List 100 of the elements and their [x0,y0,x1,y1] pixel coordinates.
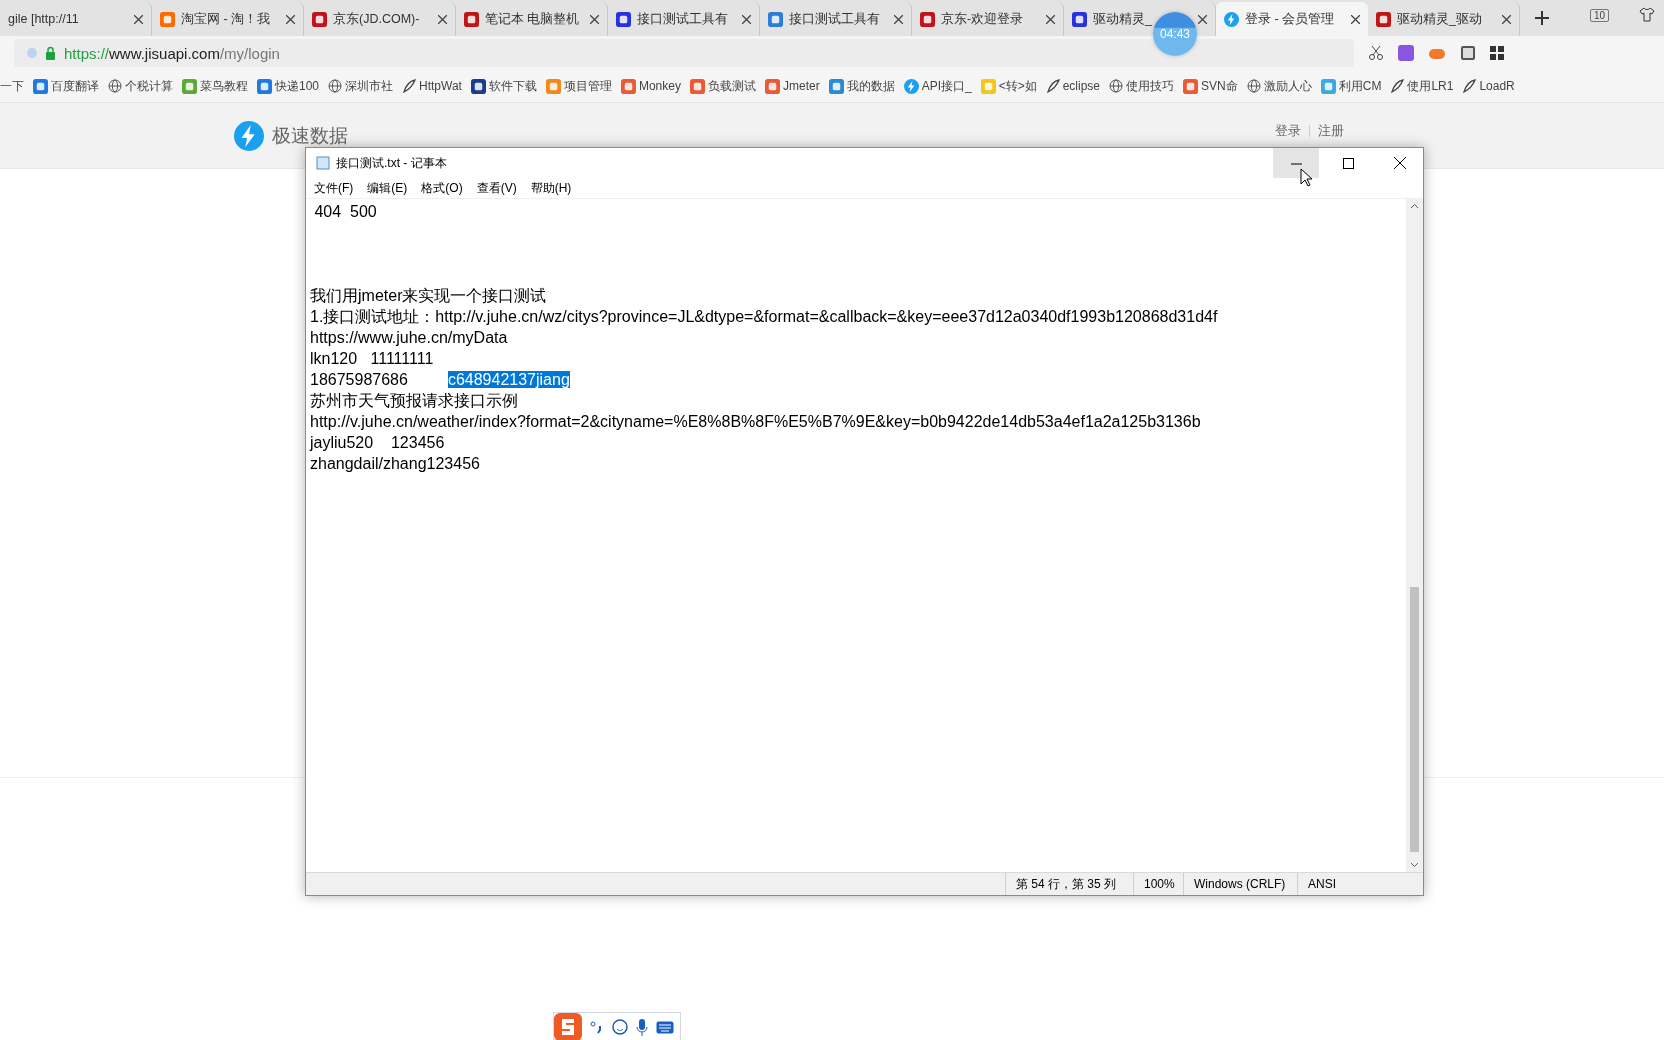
feather-icon [1390,79,1405,93]
close-icon[interactable] [894,14,903,24]
text-line: 我们用jmeter来实现一个接口测试 [310,287,547,304]
bookmark[interactable]: 使用LR1 [1390,77,1454,95]
site-icon [920,11,935,27]
menu-item[interactable]: 帮助(H) [530,179,572,197]
status-text: ANSI [1297,873,1367,895]
menu-item[interactable]: 文件(F) [314,179,354,197]
globe-icon [1109,79,1124,93]
bookmark[interactable]: 一下 [0,77,24,95]
text-line: http://v.juhe.cn/weather/index?format=2&cityname=%E8%8B%8F%E5%B7%9E&key=b0b9422de14db53a4ef1a2a125b3136b [310,413,1201,430]
status-text: 100% [1133,873,1183,895]
scrollbar[interactable] [1406,199,1423,872]
site-icon [312,11,327,27]
scroll-thumb[interactable] [1410,587,1419,852]
maximize-icon [1342,157,1354,169]
site-icon [182,78,197,94]
site-icon [764,78,780,94]
bookmark[interactable]: 负载测试 [689,77,756,95]
bookmark[interactable]: API接口_ [903,77,972,95]
text-line: 苏州市天气预报请求接口示例 [310,392,518,409]
bookmark[interactable]: <转>如 [980,77,1037,95]
close-icon[interactable] [1351,14,1360,24]
gamepad-icon[interactable] [1428,46,1446,60]
close-icon[interactable] [1046,14,1055,24]
close-icon[interactable] [1502,14,1511,24]
close-icon[interactable] [134,14,143,24]
bookmark[interactable]: 我的数据 [828,77,895,95]
globe-icon [328,79,343,93]
site-icon [1072,11,1087,27]
plus-icon[interactable] [1534,10,1550,26]
feather-icon [1462,79,1477,93]
close-icon[interactable] [286,14,295,24]
bookmark[interactable]: HttpWat [402,79,462,93]
text-line: 18675987686 [310,371,409,388]
site-icon [616,11,631,27]
bookmark[interactable]: 百度翻译 [33,77,99,95]
book-icon[interactable] [1460,45,1476,61]
close-icon[interactable] [438,14,447,24]
close-icon[interactable] [1198,14,1207,24]
feather-icon [402,79,417,93]
smiley-icon [612,1019,628,1035]
bookmark[interactable]: LoadR [1462,79,1515,93]
menu-item[interactable]: 编辑(E) [367,179,408,197]
bookmark[interactable]: 个税计算 [108,77,173,95]
url-text: https://www.jisuapi.com/my/login [64,44,280,62]
bolt-icon [1224,11,1239,27]
site-icon [1183,78,1199,94]
site-icon [620,78,636,94]
site-logo[interactable]: 极速数据 [272,122,348,149]
text-line: 404 500 [313,203,377,220]
bookmark[interactable]: 快递100 [257,77,320,95]
browser-tab[interactable]: 登录 - 会员管理 [1216,2,1368,36]
site-icon [545,78,561,94]
punctuation-icon [590,1020,604,1034]
site-icon [470,78,486,94]
close-icon[interactable] [590,14,599,24]
bookmark[interactable]: Monkey [620,78,681,94]
site-icon [689,78,705,94]
close-icon [1394,157,1406,169]
site-icon [828,78,844,94]
bookmark[interactable]: 软件下载 [470,77,537,95]
site-icon [1376,11,1391,27]
header-link[interactable]: 注册 [1318,121,1344,140]
selected-text: c648942137jiang [447,371,570,388]
shirt-icon[interactable] [1639,6,1656,22]
lock-icon [26,46,56,60]
bookmark[interactable]: 深圳市社 [328,77,394,95]
bookmark[interactable]: 利用CM [1320,77,1382,95]
bookmark[interactable]: Jmeter [764,78,820,94]
window-title: 接口测试.txt - 记事本 [336,154,448,172]
tab-count[interactable]: 10 [1590,9,1610,22]
logo-icon [234,120,264,151]
site-icon [980,78,996,94]
caret-down-icon[interactable] [1410,862,1419,868]
keyboard-icon [656,1020,674,1034]
feather-icon [1045,79,1060,93]
grid-icon[interactable] [1490,46,1504,60]
bookmark[interactable]: eclipse [1045,79,1101,93]
scissors-icon[interactable] [1368,45,1384,61]
caret-up-icon[interactable] [1410,203,1419,209]
menu-item[interactable]: 格式(O) [421,179,463,197]
bookmark[interactable]: 项目管理 [545,77,612,95]
cursor-icon [1300,168,1312,187]
ime-toolbar[interactable] [553,1012,681,1040]
globe-icon [108,79,122,93]
bookmark[interactable]: 菜鸟教程 [182,77,248,95]
text-line: zhangdail/zhang123456 [310,455,480,472]
microphone-icon [636,1018,648,1036]
minimize-button[interactable] [1273,148,1319,178]
address-bar[interactable]: https://www.jisuapi.com/my/login [14,39,1354,67]
header-link[interactable]: 登录 [1275,121,1301,140]
bookmark[interactable]: 使用技巧 [1109,77,1175,95]
menu-item[interactable]: 查看(V) [476,179,517,197]
bookmark[interactable]: 激励人心 [1246,77,1312,95]
site-icon [33,78,48,94]
close-icon[interactable] [742,14,751,24]
site-icon [160,11,175,27]
status-text: Windows (CRLF) [1183,873,1297,895]
bookmark[interactable]: SVN命 [1183,77,1238,95]
